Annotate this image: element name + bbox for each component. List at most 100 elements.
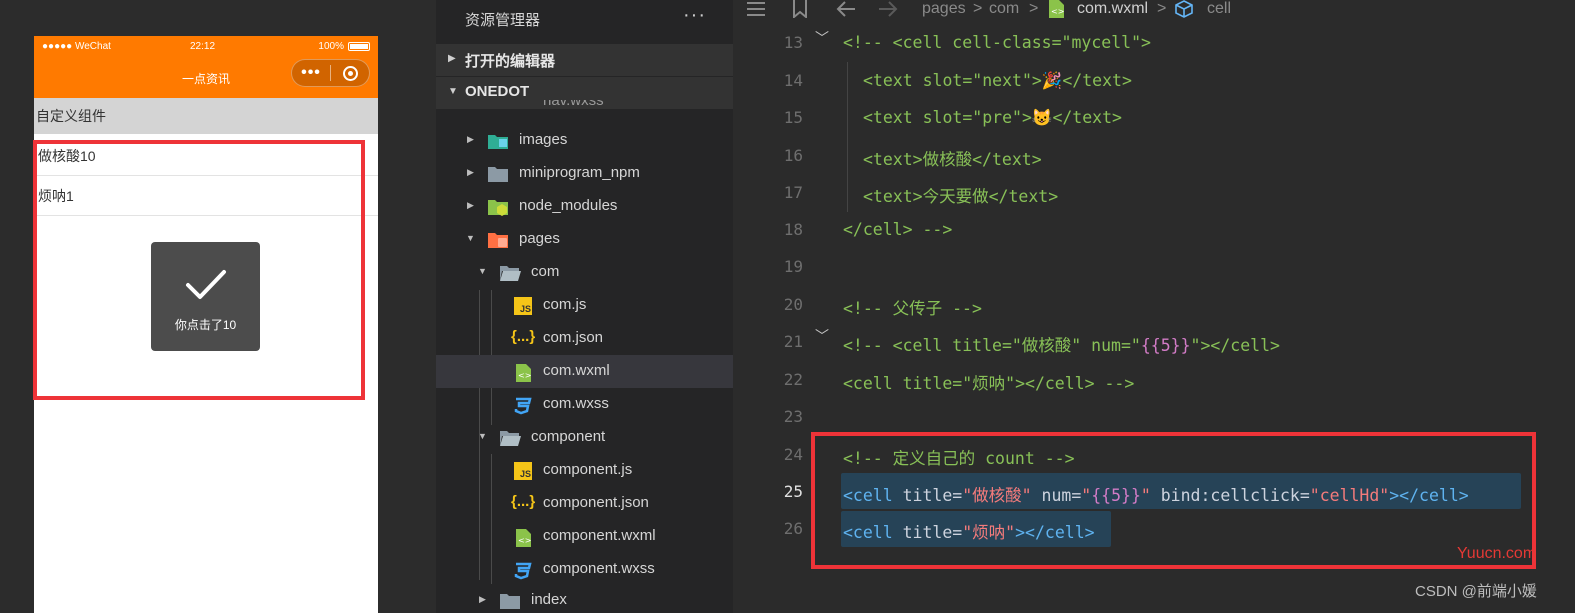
breadcrumb-node[interactable]: cell (1207, 0, 1231, 18)
svg-text:<>: <> (518, 371, 531, 380)
code-token: </text> (1062, 71, 1132, 90)
code-token: <!-- 父传子 --> (843, 299, 982, 318)
code-token: <!-- <cell cell-class="mycell"> (843, 33, 1151, 52)
section-open-editors[interactable]: ▶ 打开的编辑器 (436, 44, 733, 76)
forward-arrow-icon[interactable] (877, 0, 899, 18)
bookmark-icon[interactable] (791, 0, 809, 18)
folder-icon (488, 167, 508, 182)
indent-guide (847, 62, 848, 212)
code-token: </cell> --> (843, 220, 953, 239)
folder-node-icon (488, 200, 508, 216)
tree-item-label: index (531, 591, 567, 608)
tree-folder-miniprogram-npm[interactable]: ▶ miniprogram_npm (436, 157, 733, 190)
code-line-14[interactable]: <text slot="next">🎉</text> (863, 71, 1132, 91)
code-line-18[interactable]: </cell> --> (843, 220, 952, 239)
watermark-author: CSDN @前端小媛 (1415, 583, 1537, 600)
code-token: <text>今天要做</text> (863, 187, 1059, 206)
code-token: </text> (1052, 108, 1122, 127)
more-menu-icon[interactable]: ••• (292, 60, 330, 86)
list-icon[interactable] (745, 0, 767, 18)
tree-item-label: com.wxml (543, 362, 610, 379)
tree-file-component-json[interactable]: {...} component.json (436, 487, 733, 520)
fold-chevron-down-icon[interactable]: ﹀ (815, 326, 829, 346)
section-label: ONEDOT (465, 83, 530, 100)
breadcrumb-separator: > (1029, 0, 1039, 17)
line-number: 15 (783, 108, 803, 127)
code-line-17[interactable]: <text>今天要做</text> (863, 183, 1058, 207)
tree-item-label: miniprogram_npm (519, 164, 640, 181)
tree-file-component-wxss[interactable]: component.wxss (436, 553, 733, 586)
watermark-site: Yuucn.com (1457, 545, 1537, 562)
menu-capsule: ••• (291, 59, 370, 87)
section-label: 打开的编辑器 (465, 53, 556, 70)
status-time: 22:12 (190, 41, 216, 52)
code-token: {{5}} (1140, 336, 1191, 355)
fold-chevron-down-icon[interactable]: ﹀ (815, 28, 829, 48)
code-line-22[interactable]: <cell title="烦呐"></cell> --> (843, 370, 1134, 394)
cube-icon (1175, 0, 1193, 18)
breadcrumb-separator: > (973, 0, 983, 17)
tree-file-com-js[interactable]: JS com.js (436, 289, 733, 322)
tree-folder-component[interactable]: ▼ component (436, 421, 733, 454)
line-number: 26 (783, 519, 803, 538)
tree-folder-images[interactable]: ▶ images (436, 124, 733, 157)
breadcrumb-pages[interactable]: pages (922, 0, 966, 18)
code-line-21[interactable]: <!-- <cell title="做核酸" num="{{5}}"></cel… (843, 332, 1280, 356)
folder-images-icon (488, 135, 508, 149)
line-number: 21 (783, 332, 803, 351)
tree-folder-com[interactable]: ▼ com (436, 256, 733, 289)
wxml-file-icon: <> (1049, 0, 1064, 18)
css-file-icon (514, 397, 532, 415)
tree-item-nav-wxss[interactable]: nav.wxss (436, 100, 733, 120)
more-actions-icon[interactable]: ··· (683, 4, 706, 27)
code-line-13[interactable]: <!-- <cell cell-class="mycell"> (843, 33, 1151, 52)
close-target-icon (342, 65, 358, 81)
tree-file-com-wxss[interactable]: com.wxss (436, 388, 733, 421)
close-miniprogram-button[interactable] (331, 65, 369, 81)
chevron-right-icon: ▶ (467, 134, 474, 144)
line-number-active: 25 (783, 482, 803, 501)
folder-pages-open-icon (488, 233, 508, 248)
code-token: "></cell> (1190, 336, 1280, 355)
tree-folder-index[interactable]: ▶ index (436, 584, 733, 613)
battery-percent: 100% (318, 41, 344, 52)
tree-item-label: nav.wxss (543, 100, 604, 109)
tree-item-label: com.js (543, 296, 587, 313)
explorer-title: 资源管理器 (465, 12, 541, 29)
code-line-15[interactable]: <text slot="pre">😺</text> (863, 108, 1122, 128)
wxml-file-icon: <> (516, 529, 531, 547)
folder-open-icon (500, 266, 521, 281)
tree-folder-node-modules[interactable]: ▶ node_modules (436, 190, 733, 223)
svg-text:<>: <> (1051, 7, 1064, 16)
tree-item-label: component.wxss (543, 560, 655, 577)
back-arrow-icon[interactable] (835, 0, 857, 18)
cat-emoji-icon: 😺 (1031, 108, 1053, 127)
chevron-down-icon: ▼ (478, 266, 487, 276)
code-token: <text slot="next"> (863, 71, 1042, 90)
highlight-box (33, 140, 365, 400)
javascript-file-icon: JS (514, 462, 532, 480)
tree-file-component-js[interactable]: JS component.js (436, 454, 733, 487)
highlight-box (811, 432, 1536, 569)
css-file-icon (514, 562, 532, 580)
code-token: <text slot="pre"> (863, 108, 1032, 127)
chevron-right-icon: ▶ (467, 167, 474, 177)
code-line-20[interactable]: <!-- 父传子 --> (843, 295, 982, 319)
wxml-file-icon: <> (516, 364, 531, 382)
chevron-down-icon: ▼ (466, 233, 475, 243)
tree-item-label: component.wxml (543, 527, 656, 544)
tree-item-label: images (519, 131, 568, 148)
navigation-bar: 一点资讯 ••• (34, 58, 378, 98)
tree-file-component-wxml[interactable]: <> component.wxml (436, 520, 733, 553)
code-line-16[interactable]: <text>做核酸</text> (863, 146, 1042, 170)
breadcrumb-com[interactable]: com (989, 0, 1019, 18)
chevron-down-icon: ▼ (448, 86, 458, 97)
tree-file-com-wxml[interactable]: <> com.wxml (436, 355, 733, 388)
breadcrumb-file[interactable]: com.wxml (1077, 0, 1148, 18)
tree-folder-pages[interactable]: ▼ pages (436, 223, 733, 256)
line-number: 18 (783, 220, 803, 239)
line-number: 19 (783, 257, 803, 276)
explorer-header: 资源管理器 ··· (436, 0, 733, 40)
tree-item-label: com (531, 263, 560, 280)
tree-file-com-json[interactable]: {...} com.json (436, 322, 733, 355)
